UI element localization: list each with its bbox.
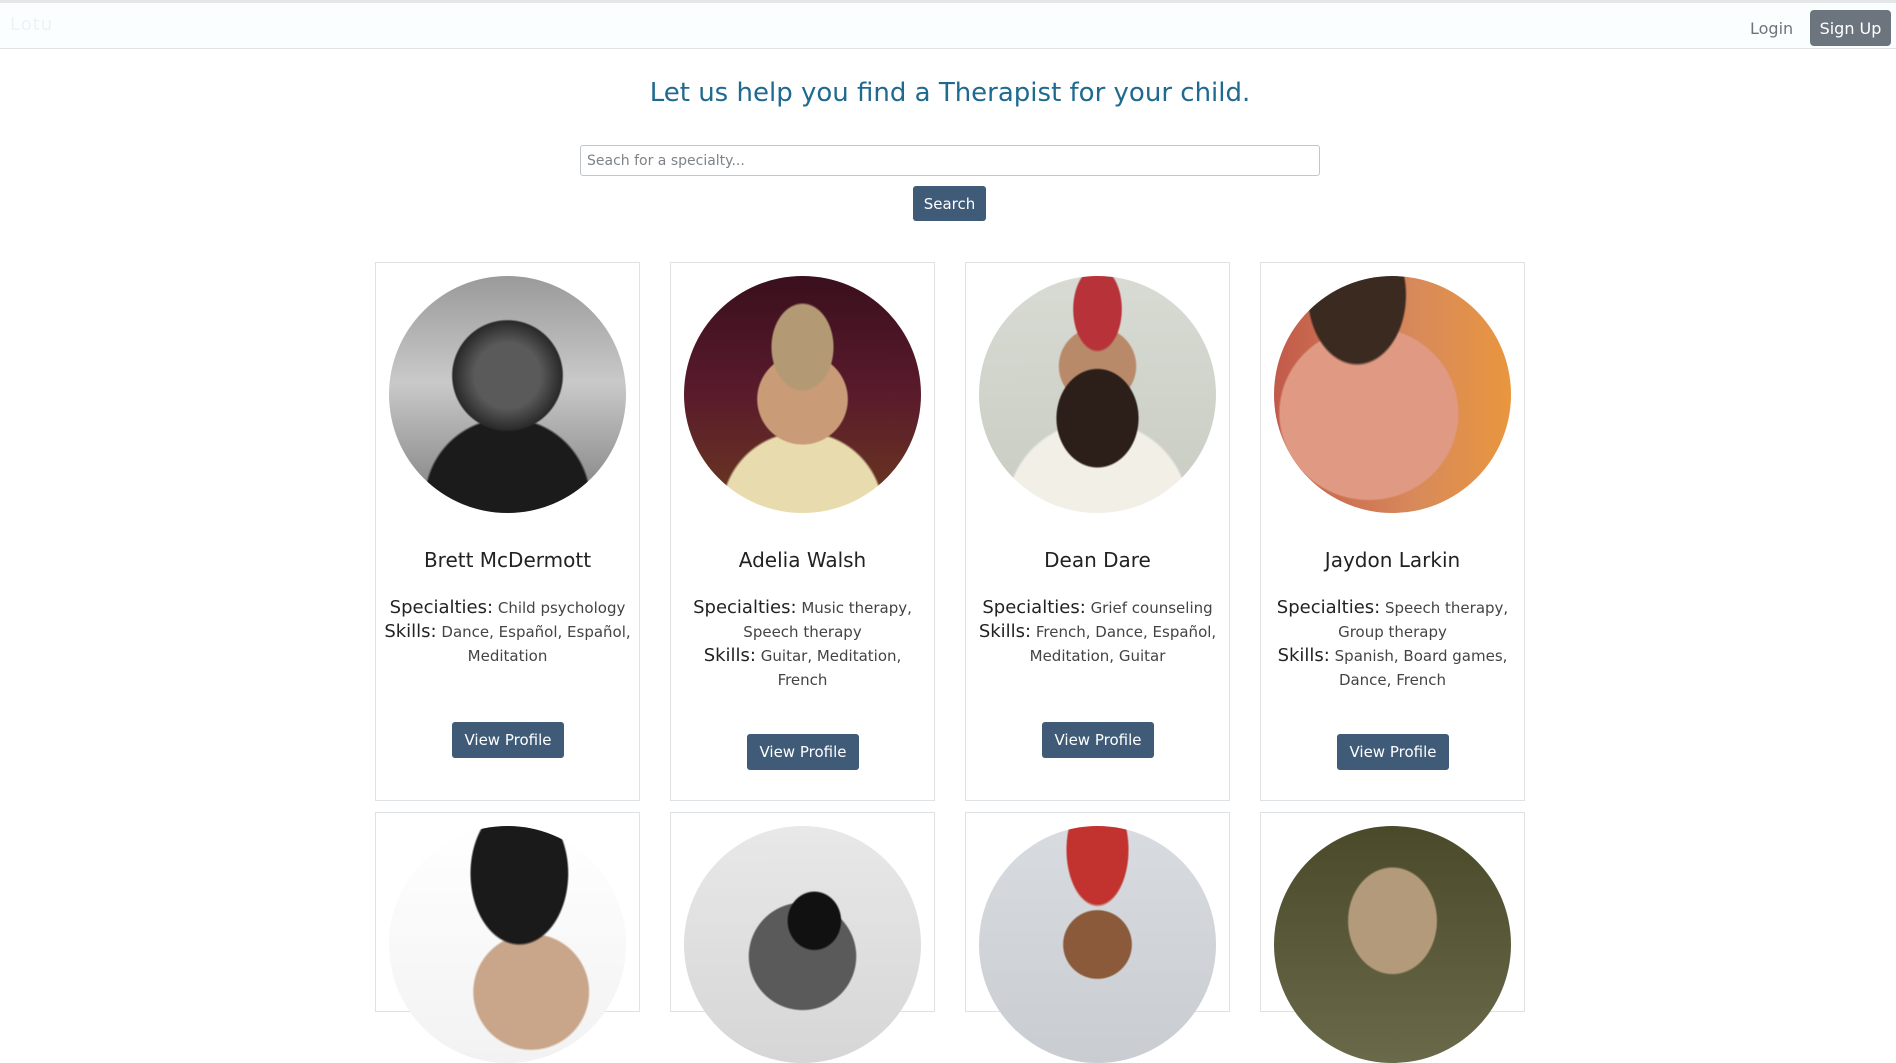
- specialties-label: Specialties:: [1276, 597, 1381, 618]
- view-profile-button[interactable]: View Profile: [1337, 734, 1449, 770]
- specialties-value: Grief counseling: [1090, 599, 1213, 617]
- therapist-name: Jaydon Larkin: [1324, 548, 1461, 572]
- specialties-label: Specialties:: [389, 597, 494, 618]
- brand-logo[interactable]: Lotu: [10, 14, 53, 35]
- therapist-name: Adelia Walsh: [738, 548, 867, 572]
- therapist-card: [375, 812, 640, 1063]
- skills-value: Dance, Español, Español, Meditation: [441, 623, 631, 665]
- therapist-info: Specialties: Speech therapy, Group thera…: [1269, 596, 1516, 692]
- page-headline: Let us help you find a Therapist for you…: [649, 78, 1251, 108]
- therapist-card: Dean Dare Specialties: Grief counseling …: [965, 262, 1230, 801]
- therapist-card: Jaydon Larkin Specialties: Speech therap…: [1260, 262, 1525, 801]
- therapist-card: [1260, 812, 1525, 1063]
- specialties-label: Specialties:: [982, 597, 1086, 618]
- therapist-name: Dean Dare: [1044, 548, 1151, 572]
- therapist-card: Adelia Walsh Specialties: Music therapy,…: [670, 262, 935, 801]
- therapist-avatar[interactable]: [979, 276, 1216, 513]
- therapist-card: [670, 812, 935, 1063]
- view-profile-button[interactable]: View Profile: [747, 734, 859, 770]
- view-profile-button[interactable]: View Profile: [452, 722, 564, 758]
- therapist-avatar[interactable]: [389, 276, 626, 513]
- therapist-info: Specialties: Music therapy, Speech thera…: [679, 596, 926, 692]
- login-link[interactable]: Login: [1750, 19, 1793, 38]
- skills-value: Spanish, Board games, Dance, French: [1334, 647, 1508, 689]
- therapist-name: Brett McDermott: [423, 548, 592, 572]
- therapist-info: Specialties: Grief counseling Skills: Fr…: [974, 596, 1221, 668]
- therapist-avatar[interactable]: [684, 826, 921, 1063]
- therapist-avatar[interactable]: [1274, 276, 1511, 513]
- therapist-card: [965, 812, 1230, 1063]
- skills-value: French, Dance, Español, Meditation, Guit…: [1029, 623, 1217, 665]
- specialty-search-input[interactable]: [580, 145, 1320, 176]
- skills-label: Skills:: [1277, 645, 1330, 666]
- therapist-avatar[interactable]: [979, 826, 1216, 1063]
- skills-label: Skills:: [703, 645, 756, 666]
- therapist-avatar[interactable]: [684, 276, 921, 513]
- view-profile-button[interactable]: View Profile: [1042, 722, 1154, 758]
- therapist-avatar[interactable]: [1274, 826, 1511, 1063]
- signup-button[interactable]: Sign Up: [1810, 10, 1891, 46]
- therapist-card: Brett McDermott Specialties: Child psych…: [375, 262, 640, 801]
- skills-label: Skills:: [978, 621, 1032, 642]
- therapist-info: Specialties: Child psychology Skills: Da…: [384, 596, 631, 668]
- skills-value: Guitar, Meditation, French: [760, 647, 902, 689]
- therapist-avatar[interactable]: [389, 826, 626, 1063]
- skills-label: Skills:: [384, 621, 437, 642]
- specialties-label: Specialties:: [693, 597, 797, 618]
- specialties-value: Child psychology: [497, 599, 626, 617]
- top-navbar: Lotu Login Sign Up: [0, 0, 1896, 49]
- search-button[interactable]: Search: [913, 186, 986, 221]
